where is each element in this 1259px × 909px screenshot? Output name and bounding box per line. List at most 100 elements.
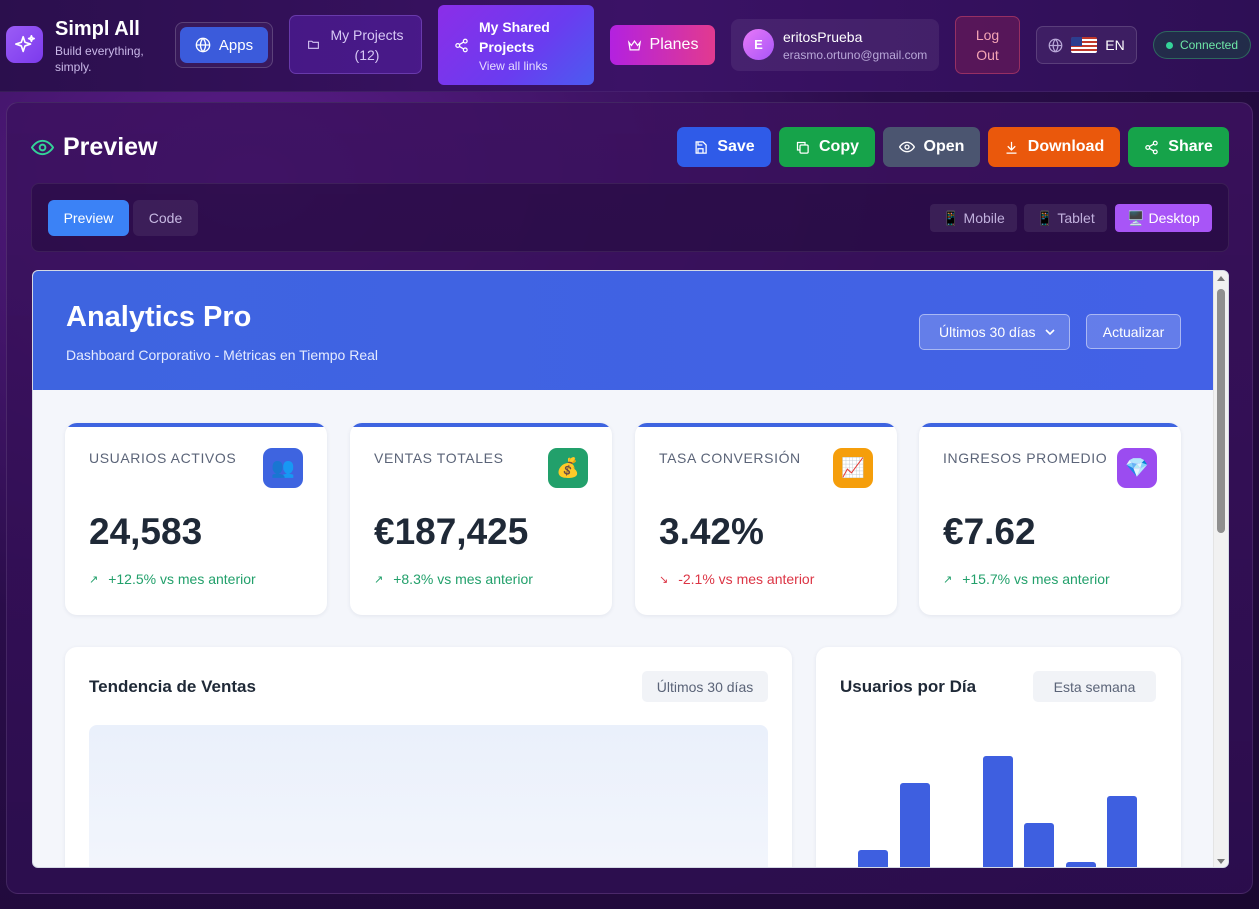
save-button[interactable]: Save bbox=[677, 127, 771, 167]
apps-label: Apps bbox=[218, 36, 254, 54]
globe-icon bbox=[1048, 38, 1063, 52]
tab-preview[interactable]: Preview bbox=[48, 200, 129, 236]
user-email: erasmo.ortuno@gmail.com bbox=[783, 48, 928, 62]
connection-status-label: Connected bbox=[1179, 38, 1239, 52]
chart-bar bbox=[1024, 823, 1054, 867]
trend-up-icon: ↗ bbox=[374, 573, 384, 586]
scroll-up-arrow-icon[interactable] bbox=[1217, 276, 1225, 281]
logout-label: Log Out bbox=[975, 27, 1000, 63]
date-range-select[interactable]: Últimos 30 días bbox=[919, 314, 1070, 350]
kpi-change: ↘ -2.1% vs mes anterior bbox=[659, 571, 814, 587]
kpi-label: INGRESOS PROMEDIO bbox=[943, 450, 1108, 466]
copy-button[interactable]: Copy bbox=[779, 127, 875, 167]
brand-name: Simpl All bbox=[55, 18, 140, 40]
page-title: Preview bbox=[31, 133, 158, 162]
kpi-change: ↗ +8.3% vs mes anterior bbox=[374, 571, 533, 587]
user-name: eritosPrueba bbox=[783, 29, 863, 45]
download-label: Download bbox=[1027, 138, 1105, 155]
chart-bar bbox=[858, 850, 888, 867]
kpi-label: USUARIOS ACTIVOS bbox=[89, 450, 237, 466]
save-icon bbox=[695, 140, 708, 154]
device-mobile-button[interactable]: 📱 Mobile bbox=[930, 204, 1017, 232]
gem-icon: 💎 bbox=[1117, 448, 1157, 488]
eye-icon bbox=[898, 141, 915, 153]
kpi-change-text: -2.1% vs mes anterior bbox=[678, 571, 815, 587]
open-label: Open bbox=[923, 138, 965, 155]
kpi-card: INGRESOS PROMEDIO 💎 €7.62 ↗ +15.7% vs me… bbox=[919, 423, 1181, 615]
download-icon bbox=[1006, 141, 1017, 154]
my-projects-count: (12) bbox=[354, 46, 380, 63]
chart-bar bbox=[899, 783, 930, 867]
users-per-day-title: Usuarios por Día bbox=[840, 677, 977, 696]
users-per-day-card: Usuarios por Día Esta semana bbox=[816, 647, 1181, 867]
kpi-change-text: +12.5% vs mes anterior bbox=[108, 571, 256, 587]
refresh-button[interactable]: Actualizar bbox=[1086, 314, 1181, 349]
my-projects-button[interactable]: My Projects (12) bbox=[289, 15, 422, 74]
copy-icon bbox=[796, 141, 809, 154]
apps-button[interactable]: Apps bbox=[180, 27, 268, 63]
folder-icon bbox=[308, 40, 320, 49]
share-icon bbox=[1145, 140, 1159, 154]
device-tablet-button[interactable]: 📱 Tablet bbox=[1024, 204, 1107, 232]
scrollbar[interactable] bbox=[1213, 271, 1228, 867]
crown-icon bbox=[627, 39, 641, 50]
download-button[interactable]: Download bbox=[988, 127, 1120, 167]
chevron-down-icon bbox=[1045, 329, 1056, 336]
trend-up-icon: ↗ bbox=[89, 573, 99, 586]
trend-up-icon: ↗ bbox=[943, 573, 953, 586]
trend-down-icon: ↘ bbox=[659, 573, 669, 586]
kpi-change-text: +8.3% vs mes anterior bbox=[393, 571, 533, 587]
copy-label: Copy bbox=[819, 138, 859, 155]
kpi-change: ↗ +15.7% vs mes anterior bbox=[943, 571, 1110, 587]
avatar: E bbox=[743, 29, 774, 60]
kpi-value: €187,425 bbox=[374, 511, 529, 552]
logo-sparkles-icon[interactable] bbox=[6, 26, 43, 63]
share-icon bbox=[455, 38, 468, 52]
planes-label: Planes bbox=[649, 36, 699, 53]
planes-button[interactable]: Planes bbox=[610, 25, 715, 65]
scroll-down-arrow-icon[interactable] bbox=[1217, 859, 1225, 864]
kpi-label: VENTAS TOTALES bbox=[374, 450, 504, 466]
sales-range-pill: Últimos 30 días bbox=[642, 671, 768, 702]
share-button[interactable]: Share bbox=[1128, 127, 1229, 167]
save-label: Save bbox=[717, 138, 755, 155]
users-icon: 👥 bbox=[263, 448, 303, 488]
language-code: EN bbox=[1105, 37, 1125, 53]
shared-projects-button[interactable]: My Shared Projects View all links bbox=[438, 5, 594, 85]
us-flag-icon bbox=[1071, 37, 1098, 53]
tab-code[interactable]: Code bbox=[133, 200, 198, 236]
status-dot-icon bbox=[1165, 41, 1173, 49]
connection-status-badge: Connected bbox=[1153, 31, 1251, 59]
language-selector[interactable]: EN bbox=[1036, 26, 1137, 64]
chart-bar bbox=[1107, 796, 1137, 867]
chart-bar bbox=[1065, 862, 1096, 867]
sales-trend-title: Tendencia de Ventas bbox=[89, 677, 256, 696]
dashboard-subtitle: Dashboard Corporativo - Métricas en Tiem… bbox=[66, 347, 379, 363]
scrollbar-thumb[interactable] bbox=[1217, 289, 1225, 533]
page-title-label: Preview bbox=[63, 133, 158, 161]
kpi-card: VENTAS TOTALES 💰 €187,425 ↗ +8.3% vs mes… bbox=[350, 423, 612, 615]
brand-tagline: Build everything, simply. bbox=[55, 44, 144, 74]
kpi-value: 24,583 bbox=[89, 511, 203, 552]
dashboard-title: Analytics Pro bbox=[66, 301, 252, 333]
sales-trend-card: Tendencia de Ventas Últimos 30 días bbox=[65, 647, 792, 867]
date-range-value: Últimos 30 días bbox=[939, 324, 1036, 340]
chart-up-icon: 📈 bbox=[833, 448, 873, 488]
shared-projects-sub: View all links bbox=[479, 59, 548, 73]
logout-button[interactable]: Log Out bbox=[955, 16, 1020, 74]
open-button[interactable]: Open bbox=[883, 127, 980, 167]
shared-projects-title: My Shared Projects bbox=[479, 19, 550, 55]
device-desktop-button[interactable]: 🖥️ Desktop bbox=[1115, 204, 1212, 232]
money-bag-icon: 💰 bbox=[548, 448, 588, 488]
users-range-pill: Esta semana bbox=[1033, 671, 1156, 702]
preview-frame[interactable]: Analytics Pro Dashboard Corporativo - Mé… bbox=[32, 270, 1229, 868]
kpi-label: TASA CONVERSIÓN bbox=[659, 450, 801, 466]
globe-icon bbox=[195, 37, 211, 53]
kpi-card: USUARIOS ACTIVOS 👥 24,583 ↗ +12.5% vs me… bbox=[65, 423, 327, 615]
eye-icon bbox=[31, 139, 54, 156]
my-projects-label: My Projects bbox=[330, 26, 404, 43]
kpi-value: €7.62 bbox=[943, 511, 1036, 552]
user-profile[interactable]: E eritosPrueba erasmo.ortuno@gmail.com bbox=[731, 19, 939, 71]
dashboard-header: Analytics Pro Dashboard Corporativo - Mé… bbox=[33, 271, 1213, 390]
share-label: Share bbox=[1168, 138, 1213, 155]
